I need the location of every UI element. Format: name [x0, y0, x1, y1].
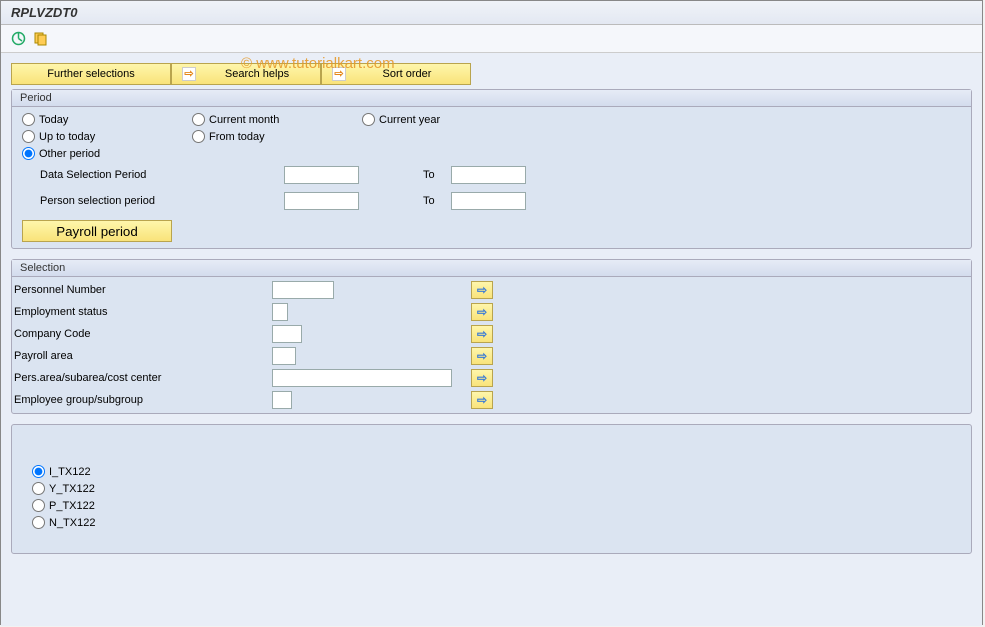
- multi-select-icon[interactable]: ⇨: [471, 369, 493, 387]
- radio-other-period[interactable]: Other period: [22, 147, 192, 160]
- selection-group: Selection Personnel Number ⇨ Employment …: [11, 259, 972, 414]
- further-selections-button[interactable]: Further selections: [11, 63, 171, 85]
- radio-today[interactable]: Today: [22, 113, 192, 126]
- payroll-period-button[interactable]: Payroll period: [22, 220, 172, 242]
- employee-group-input[interactable]: [272, 391, 292, 409]
- toolbar: [1, 25, 982, 53]
- multi-select-icon[interactable]: ⇨: [471, 391, 493, 409]
- multi-select-icon[interactable]: ⇨: [471, 303, 493, 321]
- period-group: Period Today Current month Current year: [11, 89, 972, 249]
- payroll-area-label: Payroll area: [12, 350, 272, 362]
- person-selection-from-input[interactable]: [284, 192, 359, 210]
- radio-up-to-today[interactable]: Up to today: [22, 130, 192, 143]
- data-selection-from-input[interactable]: [284, 166, 359, 184]
- company-code-input[interactable]: [272, 325, 302, 343]
- radio-i-tx122[interactable]: I_TX122: [32, 465, 951, 478]
- employee-group-label: Employee group/subgroup: [12, 394, 272, 406]
- data-selection-period-label: Data Selection Period: [40, 169, 280, 181]
- company-code-label: Company Code: [12, 328, 272, 340]
- pers-area-input[interactable]: [272, 369, 452, 387]
- selection-header: Selection: [12, 260, 971, 277]
- employment-status-label: Employment status: [12, 306, 272, 318]
- search-helps-button[interactable]: ⇨ Search helps: [171, 63, 321, 85]
- multi-select-icon[interactable]: ⇨: [471, 325, 493, 343]
- person-selection-period-label: Person selection period: [40, 195, 280, 207]
- page-title: RPLVZDT0: [11, 5, 77, 20]
- pers-area-label: Pers.area/subarea/cost center: [12, 372, 272, 384]
- tx-group: I_TX122 Y_TX122 P_TX122 N_TX122: [11, 424, 972, 554]
- execute-icon[interactable]: [9, 30, 27, 48]
- multi-select-icon[interactable]: ⇨: [471, 281, 493, 299]
- radio-p-tx122[interactable]: P_TX122: [32, 499, 951, 512]
- sort-order-button[interactable]: ⇨ Sort order: [321, 63, 471, 85]
- multi-select-icon[interactable]: ⇨: [471, 347, 493, 365]
- payroll-area-input[interactable]: [272, 347, 296, 365]
- to-label: To: [423, 195, 447, 207]
- radio-y-tx122[interactable]: Y_TX122: [32, 482, 951, 495]
- radio-current-month[interactable]: Current month: [192, 113, 362, 126]
- person-selection-to-input[interactable]: [451, 192, 526, 210]
- radio-n-tx122[interactable]: N_TX122: [32, 516, 951, 529]
- to-label: To: [423, 169, 447, 181]
- arrow-right-icon: ⇨: [182, 67, 196, 81]
- data-selection-to-input[interactable]: [451, 166, 526, 184]
- arrow-right-icon: ⇨: [332, 67, 346, 81]
- radio-current-year[interactable]: Current year: [362, 113, 532, 126]
- title-bar: RPLVZDT0: [1, 1, 982, 25]
- variant-icon[interactable]: [31, 30, 49, 48]
- period-header: Period: [12, 90, 971, 107]
- employment-status-input[interactable]: [272, 303, 288, 321]
- personnel-number-label: Personnel Number: [12, 284, 272, 296]
- personnel-number-input[interactable]: [272, 281, 334, 299]
- radio-from-today[interactable]: From today: [192, 130, 362, 143]
